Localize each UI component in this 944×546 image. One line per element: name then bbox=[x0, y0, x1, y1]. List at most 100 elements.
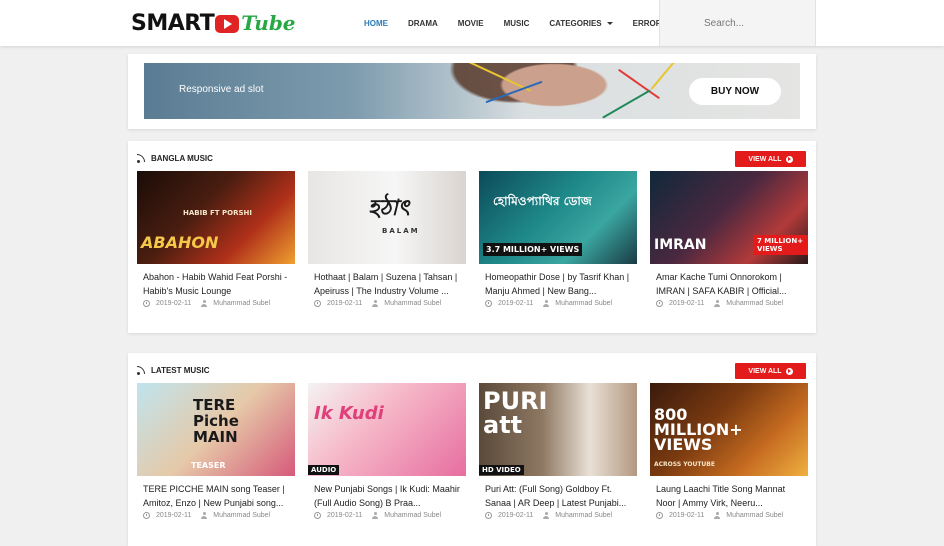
clock-icon bbox=[485, 512, 492, 519]
thumbnail-subtext: 3.7 MILLION+ VIEWS bbox=[483, 243, 583, 256]
site-logo[interactable]: SMART Tube bbox=[131, 10, 296, 36]
video-title[interactable]: Homeopathir Dose | by Tasrif Khan | Manj… bbox=[479, 270, 637, 298]
search-box bbox=[659, 0, 816, 46]
video-thumbnail[interactable]: PURI att HD VIDEO bbox=[479, 383, 637, 476]
video-title[interactable]: Hothaat | Balam | Suzena | Tahsan | Apei… bbox=[308, 270, 466, 298]
play-icon bbox=[215, 15, 240, 33]
video-card[interactable]: 800 MILLION+ VIEWS ACROSS YOUTUBE Laung … bbox=[650, 383, 808, 519]
video-author[interactable]: Muhammad Subel bbox=[213, 300, 270, 307]
thumbnail-subtext: AUDIO bbox=[308, 465, 340, 475]
video-meta: 2019-02-11 Muhammad Subel bbox=[479, 512, 637, 519]
video-thumbnail[interactable]: হঠাৎ BALAM bbox=[308, 171, 466, 264]
section-title: LATEST MUSIC bbox=[151, 365, 210, 375]
video-author[interactable]: Muhammad Subel bbox=[384, 512, 441, 519]
nav-music[interactable]: MUSIC bbox=[504, 19, 530, 28]
video-title[interactable]: New Punjabi Songs | Ik Kudi: Maahir (Ful… bbox=[308, 482, 466, 510]
view-all-button[interactable]: VIEW ALL bbox=[735, 363, 806, 379]
video-thumbnail[interactable]: IMRAN 7 MILLION+ VIEWS bbox=[650, 171, 808, 264]
video-thumbnail[interactable]: TERE Piche MAIN TEASER bbox=[137, 383, 295, 476]
thumbnail-text: 800 MILLION+ VIEWS bbox=[654, 405, 743, 454]
video-meta: 2019-02-11 Muhammad Subel bbox=[650, 512, 808, 519]
video-meta: 2019-02-11 Muhammad Subel bbox=[308, 300, 466, 307]
video-grid: TERE Piche MAIN TEASER TERE PICCHE MAIN … bbox=[137, 383, 821, 519]
video-author[interactable]: Muhammad Subel bbox=[555, 512, 612, 519]
nav-home[interactable]: HOME bbox=[364, 19, 388, 28]
video-thumbnail[interactable]: 800 MILLION+ VIEWS ACROSS YOUTUBE bbox=[650, 383, 808, 476]
video-title[interactable]: TERE PICCHE MAIN song Teaser | Amitoz, E… bbox=[137, 482, 295, 510]
video-author[interactable]: Muhammad Subel bbox=[555, 300, 612, 307]
user-icon bbox=[201, 512, 208, 519]
user-icon bbox=[543, 512, 550, 519]
section-header: LATEST MUSIC bbox=[137, 363, 210, 377]
thumbnail-text: PURI att bbox=[483, 387, 548, 439]
ad-card: Responsive ad slot BUY NOW bbox=[128, 54, 816, 129]
buy-now-button[interactable]: BUY NOW bbox=[689, 78, 781, 105]
video-meta: 2019-02-11 Muhammad Subel bbox=[479, 300, 637, 307]
user-icon bbox=[714, 300, 721, 307]
clock-icon bbox=[314, 300, 321, 307]
user-icon bbox=[372, 512, 379, 519]
video-meta: 2019-02-11 Muhammad Subel bbox=[137, 512, 295, 519]
logo-text-smart: SMART bbox=[131, 10, 215, 36]
thumbnail-text: হঠাৎ bbox=[368, 196, 410, 221]
video-card[interactable]: PURI att HD VIDEO Puri Att: (Full Song) … bbox=[479, 383, 637, 519]
video-title[interactable]: Laung Laachi Title Song Mannat Noor | Am… bbox=[650, 482, 808, 510]
ad-banner[interactable]: Responsive ad slot BUY NOW bbox=[144, 63, 800, 119]
search-input[interactable] bbox=[660, 0, 815, 46]
video-date: 2019-02-11 bbox=[327, 512, 363, 519]
rss-icon bbox=[137, 153, 146, 163]
thumbnail-text: IMRAN bbox=[654, 237, 707, 253]
video-author[interactable]: Muhammad Subel bbox=[213, 512, 270, 519]
thumbnail-text: TERE Piche MAIN bbox=[193, 396, 239, 446]
video-author[interactable]: Muhammad Subel bbox=[726, 300, 783, 307]
video-author[interactable]: Muhammad Subel bbox=[726, 512, 783, 519]
video-thumbnail[interactable]: হোমিওপ্যাথির ডোজ 3.7 MILLION+ VIEWS bbox=[479, 171, 637, 264]
nav-categories-label: CATEGORIES bbox=[549, 18, 602, 28]
thumbnail-subtext: HD VIDEO bbox=[479, 465, 524, 475]
video-title[interactable]: Amar Kache Tumi Onnorokom | IMRAN | SAFA… bbox=[650, 270, 808, 298]
arrow-right-icon bbox=[785, 367, 793, 375]
video-date: 2019-02-11 bbox=[498, 512, 534, 519]
arrow-right-icon bbox=[785, 155, 793, 163]
video-title[interactable]: Abahon - Habib Wahid Feat Porshi - Habib… bbox=[137, 270, 295, 298]
video-card[interactable]: হঠাৎ BALAM Hothaat | Balam | Suzena | Ta… bbox=[308, 171, 466, 307]
clock-icon bbox=[314, 512, 321, 519]
user-icon bbox=[714, 512, 721, 519]
ad-image bbox=[434, 63, 634, 119]
user-icon bbox=[543, 300, 550, 307]
clock-icon bbox=[485, 300, 492, 307]
user-icon bbox=[201, 300, 208, 307]
video-author[interactable]: Muhammad Subel bbox=[384, 300, 441, 307]
video-card[interactable]: HABIB FT PORSHI ABAHON Abahon - Habib Wa… bbox=[137, 171, 295, 307]
video-date: 2019-02-11 bbox=[669, 300, 705, 307]
nav-categories[interactable]: CATEGORIES bbox=[549, 18, 613, 28]
video-thumbnail[interactable]: Ik Kudi AUDIO bbox=[308, 383, 466, 476]
thumbnail-subtext: BALAM bbox=[382, 227, 420, 235]
main-nav: HOME DRAMA MOVIE MUSIC CATEGORIES ERROR … bbox=[354, 0, 696, 46]
video-grid: HABIB FT PORSHI ABAHON Abahon - Habib Wa… bbox=[137, 171, 821, 307]
video-card[interactable]: IMRAN 7 MILLION+ VIEWS Amar Kache Tumi O… bbox=[650, 171, 808, 307]
video-title[interactable]: Puri Att: (Full Song) Goldboy Ft. Sanaa … bbox=[479, 482, 637, 510]
video-date: 2019-02-11 bbox=[498, 300, 534, 307]
view-all-button[interactable]: VIEW ALL bbox=[735, 151, 806, 167]
clock-icon bbox=[143, 300, 150, 307]
video-date: 2019-02-11 bbox=[156, 300, 192, 307]
video-card[interactable]: হোমিওপ্যাথির ডোজ 3.7 MILLION+ VIEWS Home… bbox=[479, 171, 637, 307]
section-bangla-music: BANGLA MUSIC VIEW ALL HABIB FT PORSHI AB… bbox=[128, 141, 816, 333]
nav-drama[interactable]: DRAMA bbox=[408, 19, 438, 28]
view-all-label: VIEW ALL bbox=[748, 367, 782, 375]
thumbnail-text: Ik Kudi bbox=[314, 403, 384, 424]
section-header: BANGLA MUSIC bbox=[137, 151, 213, 165]
video-card[interactable]: TERE Piche MAIN TEASER TERE PICCHE MAIN … bbox=[137, 383, 295, 519]
thumbnail-subtext: 7 MILLION+ VIEWS bbox=[754, 235, 808, 255]
video-thumbnail[interactable]: HABIB FT PORSHI ABAHON bbox=[137, 171, 295, 264]
video-card[interactable]: Ik Kudi AUDIO New Punjabi Songs | Ik Kud… bbox=[308, 383, 466, 519]
thumbnail-text: হোমিওপ্যাথির ডোজ bbox=[493, 194, 592, 208]
clock-icon bbox=[143, 512, 150, 519]
section-title: BANGLA MUSIC bbox=[151, 153, 213, 163]
video-date: 2019-02-11 bbox=[156, 512, 192, 519]
video-date: 2019-02-11 bbox=[669, 512, 705, 519]
nav-movie[interactable]: MOVIE bbox=[458, 19, 484, 28]
thumbnail-subtext: TEASER bbox=[191, 461, 226, 470]
rss-icon bbox=[137, 365, 146, 375]
